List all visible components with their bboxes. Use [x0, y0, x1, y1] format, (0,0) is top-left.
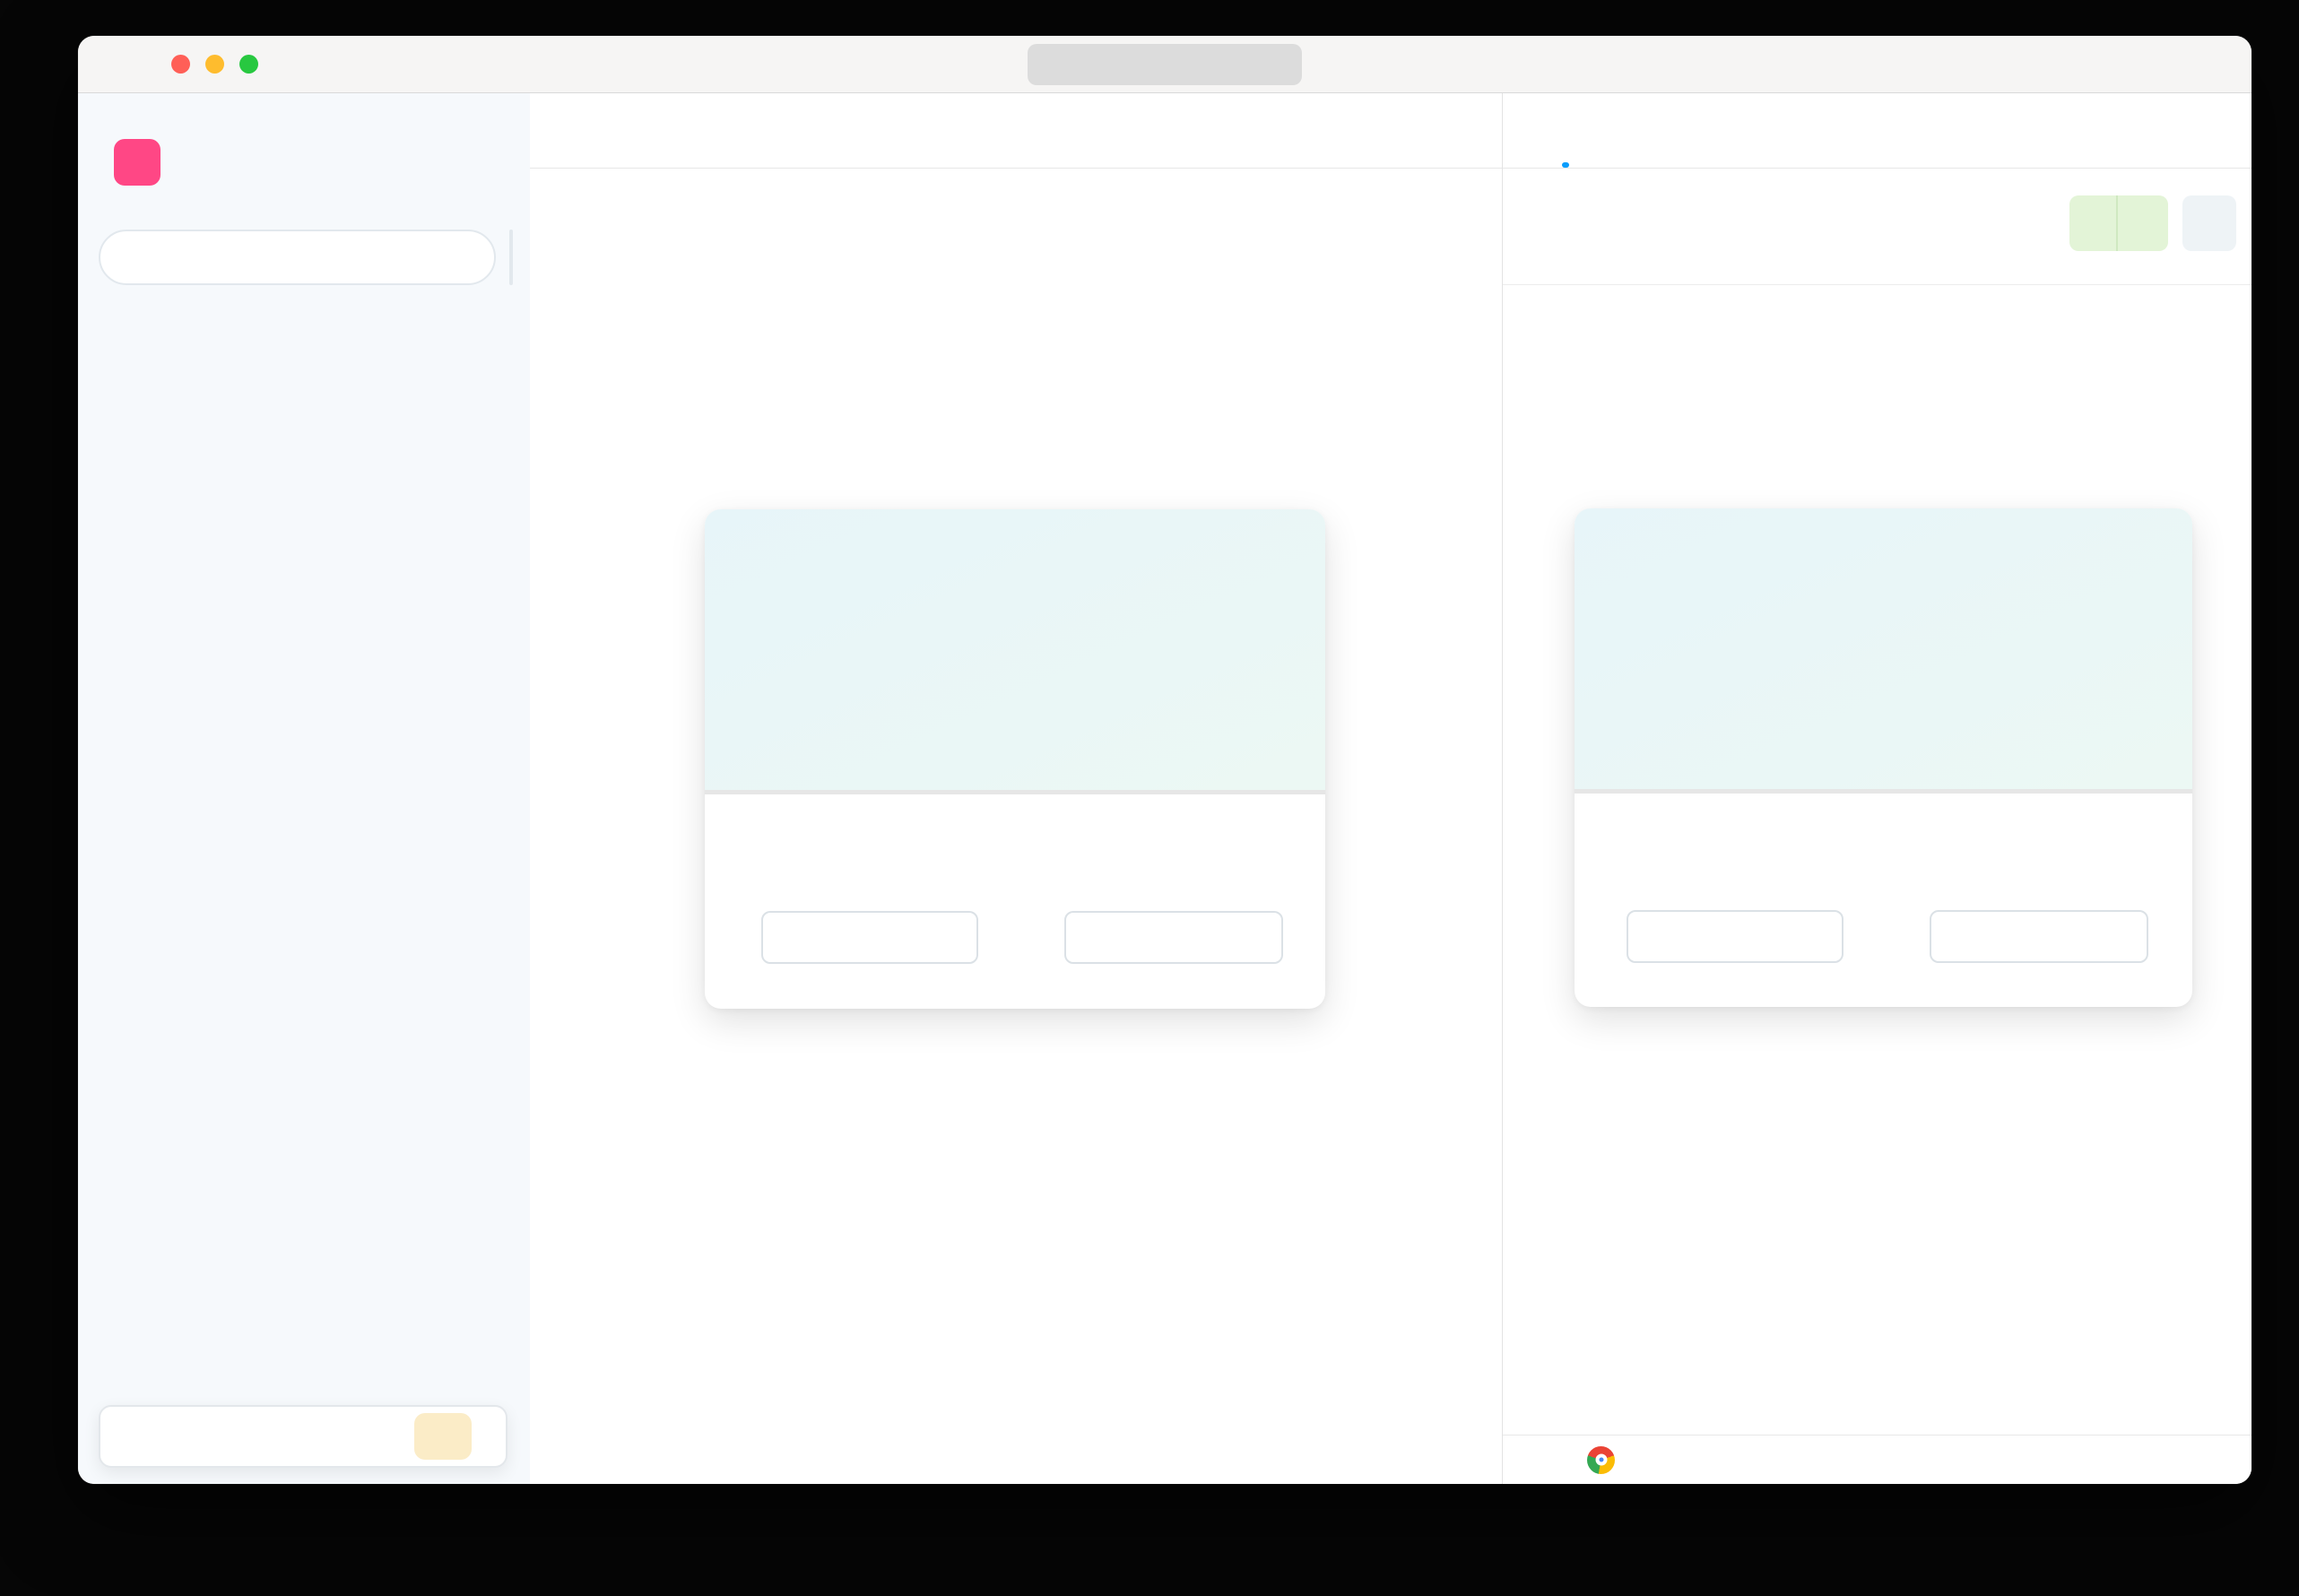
- sidebar: [78, 93, 530, 1484]
- zoom-window-button[interactable]: [239, 55, 258, 74]
- minimum-input[interactable]: [1627, 910, 1844, 963]
- search-input[interactable]: [99, 230, 496, 285]
- canvas-toolbar: [530, 93, 1502, 169]
- desktop-background: [0, 0, 2299, 1596]
- address-bar[interactable]: [1028, 43, 1302, 85]
- window-controls: [78, 55, 258, 74]
- search-field[interactable]: [133, 242, 460, 273]
- create-story-button[interactable]: [509, 230, 513, 285]
- unaccept-button[interactable]: [2116, 195, 2168, 251]
- back-button[interactable]: [283, 44, 325, 85]
- minimum-label: [758, 866, 978, 898]
- minimize-window-button[interactable]: [205, 55, 224, 74]
- browser-titlebar: [78, 36, 2251, 93]
- histogram-chart: [705, 509, 1325, 794]
- maximum-input[interactable]: [1064, 911, 1283, 964]
- range-form: [1575, 865, 2192, 963]
- canvas-area: [530, 93, 1502, 1484]
- visual-tests-header: [1503, 169, 2251, 285]
- minimum-input[interactable]: [761, 911, 978, 964]
- brand-row: [78, 93, 530, 190]
- story-preview: [530, 169, 1502, 1483]
- accepted-button[interactable]: [2069, 195, 2168, 251]
- maximum-input[interactable]: [1930, 910, 2148, 963]
- minimum-label: [1623, 865, 1844, 898]
- chrome-icon: [1587, 1445, 1615, 1474]
- run-tests-bar[interactable]: [99, 1405, 508, 1468]
- browser-window: [78, 36, 2251, 1484]
- panel-tabbar: [1503, 93, 2251, 169]
- addons-panel: [1502, 93, 2251, 1484]
- slider-axis: [1575, 794, 2192, 847]
- close-window-button[interactable]: [171, 55, 190, 74]
- histogram-chart: [1575, 508, 2192, 794]
- storybook-logo-icon: [114, 139, 160, 186]
- rerun-tests-button[interactable]: [2182, 195, 2236, 251]
- snapshot-card: [1575, 508, 2192, 1007]
- maximum-label: [1061, 866, 1283, 898]
- forward-button[interactable]: [326, 44, 368, 85]
- tab-addons[interactable]: [1610, 93, 1618, 168]
- reload-button[interactable]: [369, 44, 411, 85]
- range-form: [705, 866, 1325, 964]
- panel-footer: [1503, 1435, 2251, 1484]
- range-dash: [1844, 910, 1930, 963]
- slider-axis: [705, 794, 1325, 848]
- maximum-label: [1926, 865, 2148, 898]
- test-count-badge: [414, 1413, 472, 1460]
- range-slider-card: [705, 509, 1325, 1009]
- range-dash: [978, 911, 1064, 964]
- visual-tests-body: [1503, 285, 2251, 1435]
